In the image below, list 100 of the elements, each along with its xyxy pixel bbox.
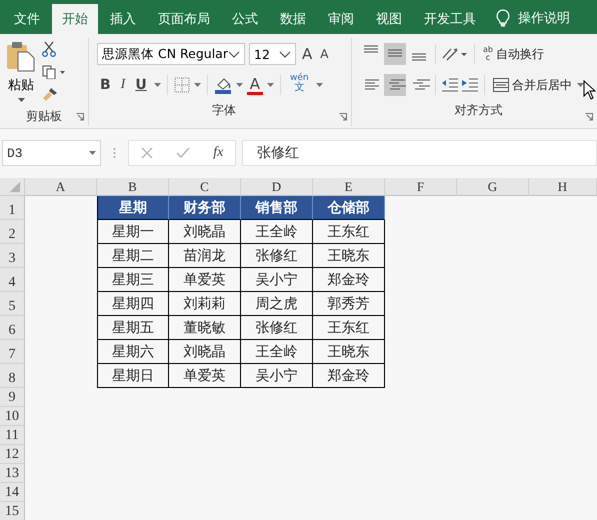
ribbon-tab[interactable]: 文件 [4,4,50,34]
row-header[interactable]: 6 [0,316,25,340]
row-header[interactable]: 14 [0,483,25,502]
row-header[interactable]: 1 [0,196,25,220]
header-cell: 销售部 [241,196,313,220]
row-header[interactable]: 10 [0,407,25,426]
increase-indent-icon[interactable] [461,78,479,92]
font-family-dropdown[interactable]: 思源黑体 CN Regular [97,43,245,65]
scissors-icon[interactable] [42,41,56,57]
font-color-button[interactable]: A [246,75,263,95]
chevron-down-icon[interactable] [279,50,291,58]
ribbon-tab[interactable]: 公式 [222,4,268,34]
table-cell: 王晓东 [313,244,385,268]
group-label: 对齐方式 [454,102,502,118]
column-header[interactable]: H [529,178,597,196]
decrease-indent-icon[interactable] [441,78,459,92]
ribbon-tab[interactable]: 视图 [366,4,412,34]
table-cell: 吴小宁 [241,268,313,292]
header-cell: 财务部 [169,196,241,220]
ribbon-tab[interactable]: 审阅 [318,4,364,34]
font-size-dropdown[interactable]: 12 [249,43,296,65]
column-header[interactable]: B [97,178,169,196]
table-cell: 董晓敏 [169,316,241,340]
ribbon-tab[interactable]: 开发工具 [414,4,486,34]
group-label: 字体 [212,102,236,118]
row-header[interactable]: 2 [0,220,25,244]
format-painter-icon[interactable] [42,87,58,101]
dialog-launcher-icon[interactable] [585,113,593,121]
table-cell: 吴小宁 [241,364,313,388]
row-header[interactable]: 7 [0,340,25,364]
table-cell: 张修红 [241,244,313,268]
column-header[interactable]: A [25,178,97,196]
grip-icon [113,147,116,159]
underline-button[interactable]: U [132,74,150,96]
table-cell: 星期三 [97,268,169,292]
ribbon-tab[interactable]: 页面布局 [148,4,220,34]
caret-icon[interactable] [577,83,584,87]
tell-me-field[interactable]: 操作说明 [518,4,570,34]
row-header[interactable]: 5 [0,292,25,316]
copy-icon[interactable] [42,65,66,79]
group-label: 剪贴板 [26,108,62,124]
horizontal-align-icon[interactable] [384,74,406,96]
table-cell: 星期一 [97,220,169,244]
caret-icon[interactable] [18,98,24,102]
table-cell: 周之虎 [241,292,313,316]
table-cell: 郑金玲 [313,364,385,388]
header-cell: 仓储部 [313,196,385,220]
paste-button[interactable]: 粘贴 [8,76,34,94]
dialog-launcher-icon[interactable] [76,113,84,121]
column-header[interactable]: D [241,178,313,196]
header-cell: 星期 [97,196,169,220]
merge-center-button[interactable]: 合并后居中 [490,74,575,96]
column-header[interactable]: G [457,178,529,196]
table-cell: 星期六 [97,340,169,364]
table-cell: 王东红 [313,220,385,244]
row-header[interactable]: 11 [0,426,25,445]
table-cell: 王全岭 [241,220,313,244]
row-header[interactable]: 8 [0,364,25,388]
table-cell: 王东红 [313,316,385,340]
name-box[interactable]: D3 [2,140,101,166]
table-cell: 刘晓晶 [169,340,241,364]
table-cell: 郭秀芳 [313,292,385,316]
dialog-launcher-icon[interactable] [339,113,347,121]
formula-input[interactable]: 张修红 [242,140,597,166]
vertical-align-icon[interactable] [384,43,406,65]
table-cell: 单爱英 [169,364,241,388]
phonetic-button[interactable]: wén 文 [286,73,312,97]
column-header[interactable]: C [169,178,241,196]
ribbon-tab[interactable]: 插入 [100,4,146,34]
column-header[interactable]: F [385,178,457,196]
table-cell: 郑金玲 [313,268,385,292]
table-cell: 王晓东 [313,340,385,364]
table-cell: 星期日 [97,364,169,388]
insert-function-button[interactable]: fx [213,145,224,161]
row-header[interactable]: 12 [0,445,25,464]
grow-font-button[interactable]: A [300,43,314,65]
merge-cells-icon [493,78,509,92]
table-cell: 星期二 [97,244,169,268]
table-cell: 苗润龙 [169,244,241,268]
ribbon-tab[interactable]: 开始 [52,4,98,34]
bold-button[interactable]: B [97,74,114,96]
column-header[interactable]: E [313,178,385,196]
chevron-down-icon[interactable] [228,50,240,58]
fill-color-icon[interactable] [214,76,232,94]
text-orientation-icon[interactable] [441,46,469,62]
paste-icon[interactable] [6,40,36,72]
table-cell: 刘晓晶 [169,220,241,244]
table-cell: 星期五 [97,316,169,340]
row-header[interactable]: 3 [0,244,25,268]
table-cell: 星期四 [97,292,169,316]
border-icon[interactable] [174,77,190,93]
table-cell: 刘莉莉 [169,292,241,316]
row-header[interactable]: 4 [0,268,25,292]
shrink-font-button[interactable]: A [318,43,330,65]
lightbulb-icon[interactable] [496,9,510,27]
italic-button[interactable]: I [118,74,128,96]
row-header[interactable]: 9 [0,388,25,407]
row-header[interactable]: 13 [0,464,25,483]
row-header[interactable]: 15 [0,502,25,520]
ribbon-tab[interactable]: 数据 [270,4,316,34]
